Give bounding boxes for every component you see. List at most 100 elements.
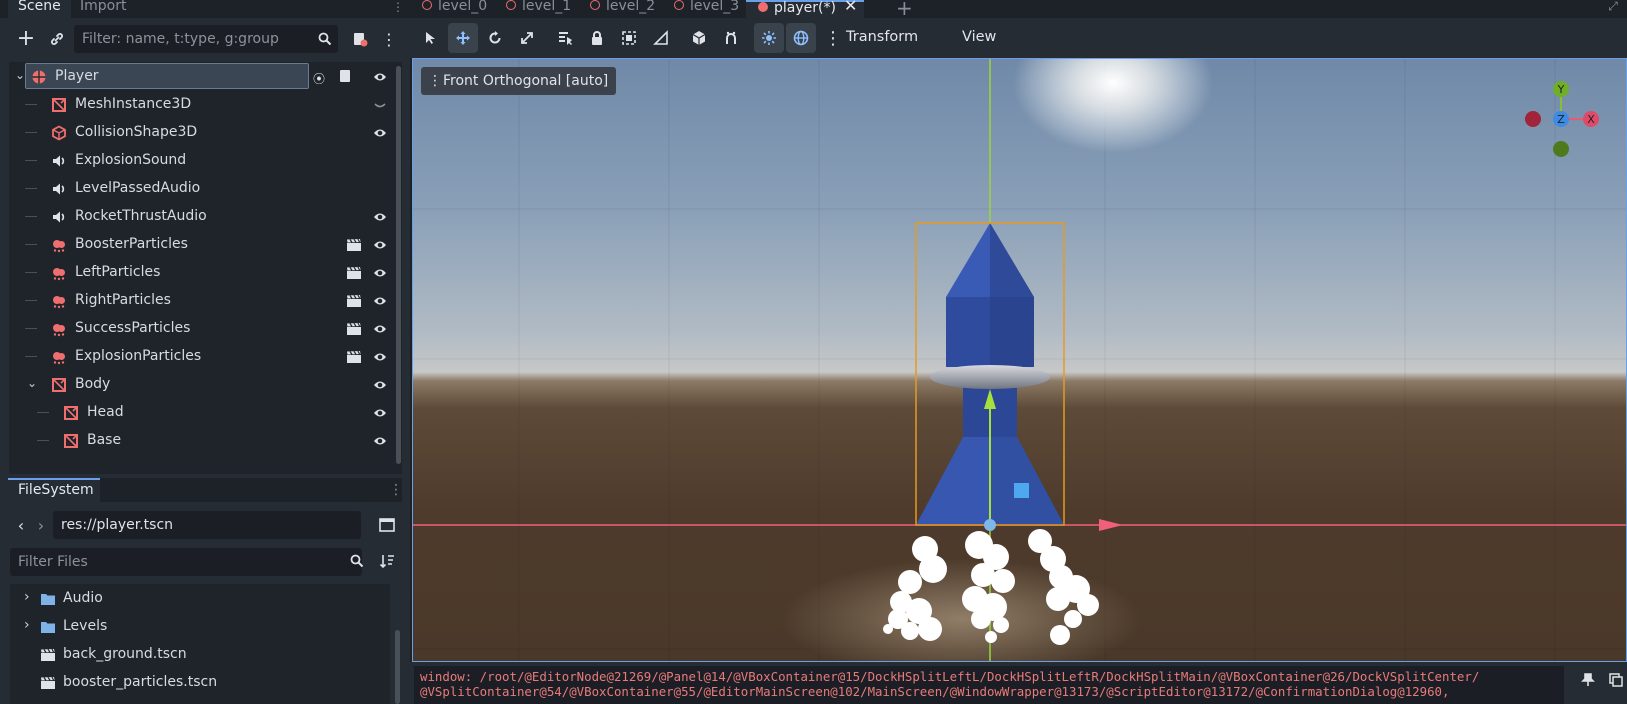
- tab-import[interactable]: Import: [70, 0, 136, 18]
- lock-icon[interactable]: [582, 23, 612, 53]
- scene-tree-scrollbar[interactable]: [396, 66, 401, 464]
- tab-filesystem[interactable]: FileSystem: [8, 478, 100, 503]
- visibility-eye-icon[interactable]: [373, 434, 387, 448]
- signal-icon[interactable]: ⦿: [313, 70, 325, 87]
- viewport-view-label[interactable]: Front Orthogonal [auto]: [421, 67, 617, 95]
- scene-tree-label: Head: [87, 404, 124, 420]
- scene-tree-row[interactable]: SuccessParticles: [9, 314, 393, 343]
- visibility-eye-icon[interactable]: [373, 294, 387, 308]
- scene-tree-label: Player: [55, 68, 99, 84]
- visibility-hidden-icon[interactable]: [373, 98, 387, 112]
- scene-tree-label: MeshInstance3D: [75, 96, 192, 112]
- environment-toggle-icon[interactable]: [786, 23, 816, 53]
- scene-tree-row[interactable]: Base: [9, 426, 393, 455]
- filesystem-menu-icon[interactable]: ⋮: [389, 482, 403, 498]
- add-node-icon[interactable]: +: [14, 26, 38, 51]
- move-mode-icon[interactable]: [448, 23, 478, 53]
- visibility-eye-icon[interactable]: [373, 126, 387, 140]
- scene-tree-row[interactable]: LeftParticles: [9, 258, 393, 287]
- ruler-icon[interactable]: [646, 23, 676, 53]
- list-select-icon[interactable]: [550, 23, 580, 53]
- visibility-eye-icon[interactable]: [373, 210, 387, 224]
- scene-tree-label: SuccessParticles: [75, 320, 191, 336]
- dock-menu-icon[interactable]: ⋮: [392, 0, 404, 14]
- distraction-free-icon[interactable]: ⤢: [1602, 0, 1624, 13]
- back-chevron-icon[interactable]: ‹: [14, 516, 28, 535]
- scale-mode-icon[interactable]: [512, 23, 542, 53]
- link-icon[interactable]: [46, 28, 68, 50]
- script-icon[interactable]: [339, 69, 351, 87]
- scene-tree-row[interactable]: RightParticles: [9, 286, 393, 315]
- scene-tree-row[interactable]: Head: [9, 398, 393, 427]
- visibility-eye-icon[interactable]: [373, 378, 387, 392]
- scene-tab[interactable]: level_3: [662, 0, 744, 18]
- visibility-eye-icon[interactable]: [373, 70, 387, 84]
- chevron-down-icon[interactable]: ⌄: [27, 376, 37, 390]
- more-options-icon[interactable]: ⋮: [818, 23, 848, 53]
- scene-tree-row[interactable]: LevelPassedAudio: [9, 174, 393, 203]
- filesystem-file[interactable]: booster_particles.tscn: [10, 668, 390, 697]
- open-scene-icon[interactable]: [346, 350, 362, 364]
- close-icon[interactable]: ✕: [844, 0, 857, 14]
- split-view-icon[interactable]: [378, 516, 396, 534]
- filesystem-item-label: booster_particles.tscn: [63, 674, 218, 690]
- orientation-gizmo[interactable]: Y Z X: [1511, 71, 1626, 161]
- copy-icon[interactable]: [1606, 670, 1626, 690]
- visibility-eye-icon[interactable]: [373, 266, 387, 280]
- preview-icon[interactable]: [684, 23, 714, 53]
- visibility-eye-icon[interactable]: [373, 406, 387, 420]
- scene-menu-icon[interactable]: ⋮: [381, 28, 397, 50]
- script-remove-icon[interactable]: [350, 29, 370, 49]
- forward-chevron-icon[interactable]: ›: [34, 516, 48, 535]
- output-panel: window: /root/@EditorNode@21269/@Panel@1…: [410, 662, 1627, 704]
- scene-tab-label: player(*): [774, 0, 836, 16]
- scene-tree-row[interactable]: MeshInstance3D: [9, 90, 393, 119]
- rotate-mode-icon[interactable]: [480, 23, 510, 53]
- sun-toggle-icon[interactable]: [754, 23, 784, 53]
- chevron-down-icon[interactable]: ⌄: [15, 68, 25, 82]
- scene-tab[interactable]: level_2: [578, 0, 660, 18]
- filter-files-input[interactable]: Filter Files: [10, 548, 362, 576]
- scene-tree-row[interactable]: BoosterParticles: [9, 230, 393, 259]
- scene-tree-row[interactable]: RocketThrustAudio: [9, 202, 393, 231]
- open-scene-icon[interactable]: [346, 238, 362, 252]
- scene-tab[interactable]: level_0: [410, 0, 492, 18]
- visibility-eye-icon[interactable]: [373, 238, 387, 252]
- chevron-right-icon[interactable]: ›: [24, 589, 30, 605]
- filesystem-scrollbar[interactable]: [395, 630, 400, 704]
- unsaved-circle-icon: [506, 0, 516, 10]
- open-scene-icon[interactable]: [346, 322, 362, 336]
- scene-tab[interactable]: player(*) ✕: [746, 0, 864, 18]
- 3d-viewport[interactable]: Front Orthogonal [auto] ⋮ Y Z X: [412, 58, 1627, 662]
- scene-tree-row[interactable]: CollisionShape3D: [9, 118, 393, 147]
- scene-filter-input[interactable]: Filter: name, t:type, g:group: [74, 25, 338, 53]
- snap-icon[interactable]: [716, 23, 746, 53]
- sort-icon[interactable]: [378, 552, 396, 570]
- tree-guide-line: [25, 300, 37, 301]
- visibility-eye-icon[interactable]: [373, 350, 387, 364]
- filesystem-folder[interactable]: › Levels: [10, 612, 390, 641]
- scene-tree-row[interactable]: ⌄ Body: [9, 370, 393, 399]
- open-scene-icon[interactable]: [346, 294, 362, 308]
- scene-tree-row[interactable]: ⌄ Player ⦿: [9, 62, 393, 91]
- menu-view[interactable]: View: [962, 29, 996, 45]
- scene-dock-tabs: Scene Import ⋮: [0, 0, 410, 18]
- menu-transform[interactable]: Transform: [846, 29, 918, 45]
- open-scene-icon[interactable]: [346, 266, 362, 280]
- mesh-icon: [63, 433, 79, 449]
- scene-tree-label: RocketThrustAudio: [75, 208, 207, 224]
- pin-icon[interactable]: [1578, 670, 1598, 690]
- tab-scene[interactable]: Scene: [8, 0, 71, 18]
- viewport-menu-icon[interactable]: ⋮: [428, 73, 442, 89]
- visibility-eye-icon[interactable]: [373, 322, 387, 336]
- group-icon[interactable]: [614, 23, 644, 53]
- select-mode-icon[interactable]: [416, 23, 446, 53]
- scene-tab[interactable]: level_1: [494, 0, 576, 18]
- chevron-right-icon[interactable]: ›: [24, 617, 30, 633]
- add-scene-tab-icon[interactable]: +: [896, 0, 913, 20]
- scene-tree-row[interactable]: ExplosionParticles: [9, 342, 393, 371]
- filesystem-path-input[interactable]: res://player.tscn: [53, 511, 361, 539]
- filesystem-file[interactable]: back_ground.tscn: [10, 640, 390, 669]
- scene-tree-row[interactable]: ExplosionSound: [9, 146, 393, 175]
- filesystem-folder[interactable]: › Audio: [10, 584, 390, 613]
